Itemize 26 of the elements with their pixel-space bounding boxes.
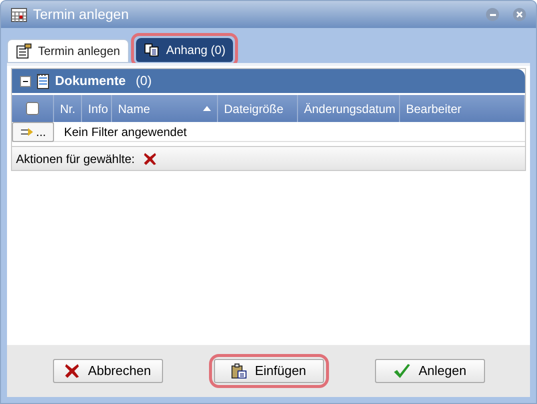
documents-icon [144,43,160,57]
panel-count: (0) [136,72,152,90]
notepad-icon [37,73,49,89]
tab[interactable]: Termin anlegen [7,39,130,63]
checkmark-icon [392,363,411,379]
filter-button[interactable]: ... [12,122,54,142]
filter-status: Kein Filter angewendet [64,124,187,140]
calendar-icon [11,8,27,22]
close-icon [516,11,523,18]
dialog-button[interactable]: Einfügen [214,359,324,383]
delete-icon [142,152,157,166]
form-icon [16,43,32,59]
dialog-button[interactable]: Anlegen [374,359,484,383]
filter-arrows-icon [20,126,34,136]
tab[interactable]: Anhang (0) [136,38,234,62]
minimize-button[interactable] [486,8,499,21]
delete-icon [64,363,80,379]
dialog-button[interactable]: Abbrechen [52,359,162,383]
close-button[interactable] [513,8,526,21]
select-all-checkbox[interactable] [26,102,39,115]
sort-icon [203,106,211,111]
collapse-button[interactable] [20,76,31,86]
panel-title: Dokumente [55,72,126,90]
window-title: Termin anlegen [33,5,130,24]
actions-label: Aktionen für gewählte: [16,150,135,168]
clipboard-icon [230,363,247,379]
